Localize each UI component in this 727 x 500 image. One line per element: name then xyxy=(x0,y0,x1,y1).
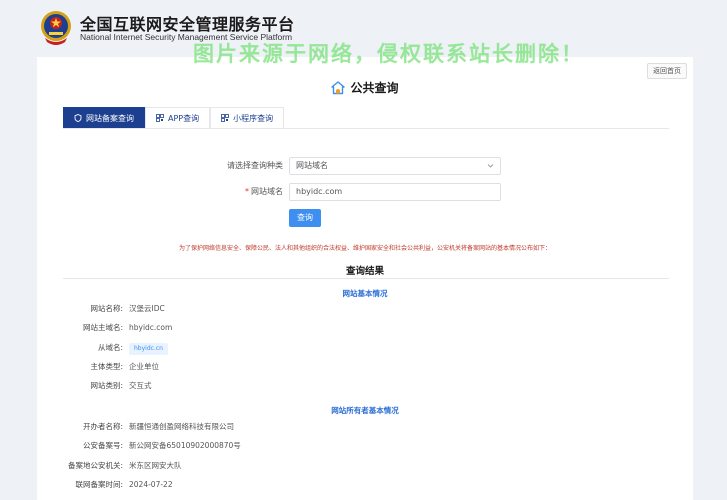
tab-label: 网站备案查询 xyxy=(86,113,134,123)
required-mark: * xyxy=(245,187,249,196)
info-row-owner-name: 开办者名称: 新疆恒通创盈网络科技有限公司 xyxy=(37,421,693,433)
info-value: hbyidc.cn xyxy=(129,342,168,355)
info-row-police-record: 公安备案号: 新公网安备65010902000870号 xyxy=(37,440,693,452)
info-row-site-name: 网站名称: 汉堡云IDC xyxy=(37,303,693,315)
result-divider xyxy=(63,278,669,279)
info-label: 网站主域名: xyxy=(82,323,123,332)
query-type-select[interactable]: 网站域名 xyxy=(289,157,501,175)
tabs-divider xyxy=(63,128,669,129)
police-emblem-icon xyxy=(41,11,71,45)
info-label: 开办者名称: xyxy=(82,422,123,431)
info-row-entity-type: 主体类型: 企业单位 xyxy=(37,361,693,373)
tab-label: 小程序查询 xyxy=(233,113,274,123)
info-row-record-date: 联网备案时间: 2024-07-22 xyxy=(37,479,693,491)
info-row-site-category: 网站类别: 交互式 xyxy=(37,380,693,392)
info-value: 汉堡云IDC xyxy=(129,304,165,313)
info-row-police-office: 备案地公安机关: 米东区网安大队 xyxy=(37,460,693,472)
domain-label-text: 网站域名 xyxy=(251,187,283,196)
query-tabs: 网站备案查询 APP查询 小程序查询 xyxy=(63,107,285,128)
qr-icon xyxy=(221,114,230,122)
info-value: 企业单位 xyxy=(129,362,159,371)
info-label: 备案地公安机关: xyxy=(67,461,123,470)
disclosure-notice: 为了保护网络信息安全、保障公民、法人和其他组织的合法权益、维护国家安全和社会公共… xyxy=(178,245,551,252)
info-value: 新疆恒通创盈网络科技有限公司 xyxy=(129,422,234,431)
basic-section-title: 网站基本情况 xyxy=(342,289,388,298)
info-label: 公安备案号: xyxy=(82,441,123,450)
query-type-label: 请选择查询种类 xyxy=(227,161,283,170)
result-title: 查询结果 xyxy=(345,266,384,277)
info-label: 网站名称: xyxy=(90,304,123,313)
owner-section-title: 网站所有者基本情况 xyxy=(331,406,399,415)
page-title-wrap: 公共查询 xyxy=(37,79,693,99)
info-label: 从域名: xyxy=(97,343,123,352)
info-value: 新公网安备65010902000870号 xyxy=(129,441,241,450)
info-value: 交互式 xyxy=(129,381,152,390)
info-label: 主体类型: xyxy=(90,362,123,371)
query-submit-button[interactable]: 查询 xyxy=(289,209,321,227)
chevron-down-icon xyxy=(487,164,494,168)
back-home-button[interactable]: 返回首页 xyxy=(647,63,687,79)
page-title-text: 公共查询 xyxy=(350,81,399,95)
domain-label: * 网站域名 xyxy=(245,183,283,201)
info-value: hbyidc.com xyxy=(129,323,173,332)
qr-icon xyxy=(156,114,164,122)
shield-icon xyxy=(74,114,82,122)
info-value: 米东区网安大队 xyxy=(129,461,182,470)
watermark: 图片来源于网络，侵权联系站长删除！ xyxy=(193,42,584,66)
tab-miniprogram-query[interactable]: 小程序查询 xyxy=(210,107,285,128)
query-type-row: 请选择查询种类 网站域名 xyxy=(37,157,693,175)
house-icon xyxy=(331,80,346,94)
domain-row: * 网站域名 hbyidc.com xyxy=(37,183,693,201)
main-panel: 返回首页 公共查询 网站备案查询 APP查询 小程序查询 请选择查询种类 网站域… xyxy=(37,57,693,500)
tab-app-query[interactable]: APP查询 xyxy=(145,107,211,128)
info-row-sub-domain: 从域名: hbyidc.cn xyxy=(37,342,693,355)
info-label: 网站类别: xyxy=(90,381,123,390)
info-label: 联网备案时间: xyxy=(75,480,123,489)
page-title: 公共查询 xyxy=(331,79,399,96)
query-type-value: 网站域名 xyxy=(296,161,328,170)
info-row-main-domain: 网站主域名: hbyidc.com xyxy=(37,322,693,334)
domain-input[interactable]: hbyidc.com xyxy=(289,183,501,201)
tab-label: APP查询 xyxy=(168,113,200,123)
info-value: 2024-07-22 xyxy=(129,480,173,489)
tab-website-record[interactable]: 网站备案查询 xyxy=(63,107,145,128)
sub-domain-tag: hbyidc.cn xyxy=(129,343,168,355)
